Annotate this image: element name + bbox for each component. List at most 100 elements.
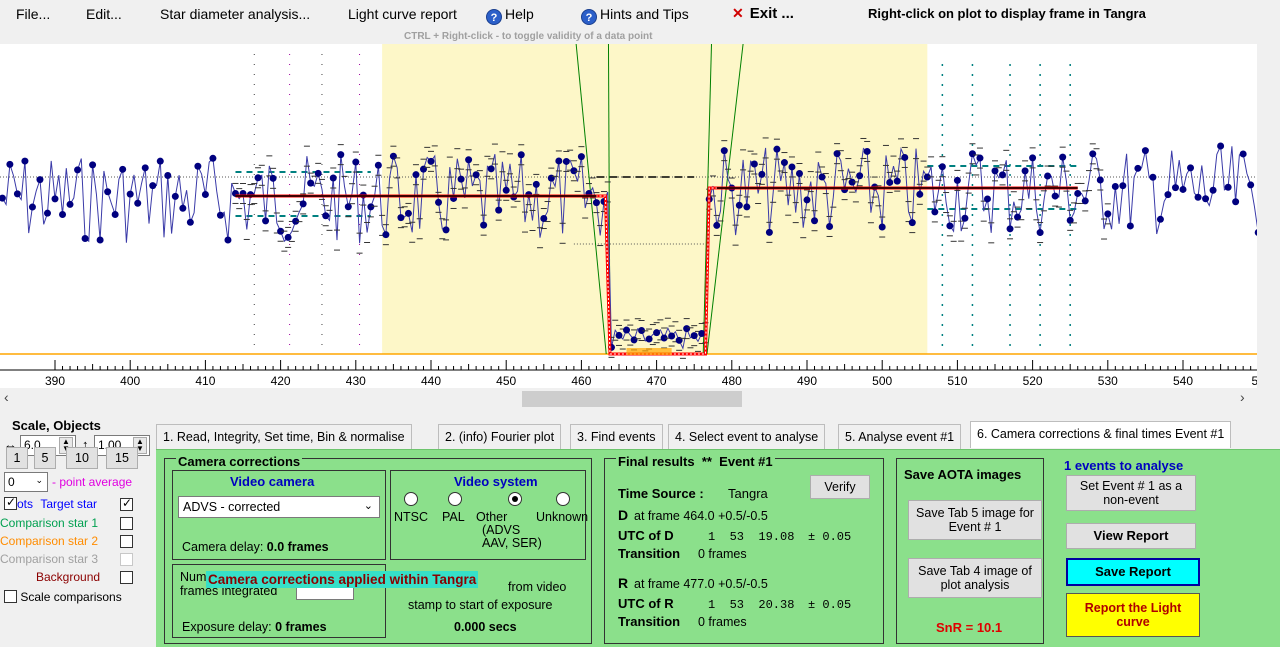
report-light-curve-button[interactable]: Report the Light curve [1066,593,1200,637]
point-average-value: 0 [8,475,15,489]
data-point [540,215,548,223]
video-camera-title: Video camera [230,474,315,489]
data-point [367,203,375,211]
menu-exit[interactable]: ✕ Exit ... [732,5,794,22]
data-point [457,175,465,183]
data-point [374,161,382,169]
time-source-value: Tangra [728,486,768,501]
data-point [119,165,127,173]
data-point [1217,142,1225,150]
data-point [1059,153,1067,161]
data-point [1224,183,1232,191]
tab-read-integrity[interactable]: 1. Read, Integrity, Set time, Bin & norm… [156,424,412,449]
exposure-delay-value: 0 frames [275,620,327,634]
data-point [66,200,74,208]
data-point [156,157,164,165]
d-frame: at frame 464.0 +0.5/-0.5 [634,509,768,523]
tab-analyse-event[interactable]: 5. Analyse event #1 [838,424,962,449]
x-tick-label: 400 [120,374,140,388]
light-curve-plot[interactable]: 390 400 410 420 430 440 450 460 470 480 490 500 510 5… [0,44,1257,388]
scale-comparisons-checkbox[interactable] [4,590,17,603]
num-frames-label: Num [180,570,207,584]
menu-star-diameter[interactable]: Star diameter analysis... [160,6,310,22]
data-point [465,156,473,164]
tab-fourier-plot[interactable]: 2. (info) Fourier plot [438,424,562,449]
data-point [81,235,89,243]
exit-icon: ✕ [732,5,744,21]
data-point [562,157,570,165]
menu-bar: File... Edit... Star diameter analysis..… [0,0,1280,30]
light-curve-svg[interactable]: 390 400 410 420 430 440 450 460 470 480 490 500 510 5… [0,44,1257,388]
data-point [171,192,179,200]
data-point [570,167,578,175]
pal-radio[interactable] [448,492,462,506]
comparison1-checkbox[interactable] [120,517,133,530]
data-point [6,160,14,168]
data-point [194,162,202,170]
menu-edit[interactable]: Edit... [86,6,122,22]
data-point [1044,172,1052,180]
zoom-button-10[interactable]: 10 [66,447,98,469]
data-point [96,236,104,244]
background-checkbox[interactable] [120,571,133,584]
zoom-button-1[interactable]: 1 [6,447,28,469]
menu-file[interactable]: File... [16,6,50,22]
other-label: Other [476,510,508,524]
tab-find-events[interactable]: 3. Find events [570,424,663,449]
save-report-button[interactable]: Save Report [1066,558,1200,586]
menu-help[interactable]: ? Help [486,6,534,25]
data-point [344,203,352,211]
other-radio[interactable] [508,492,522,506]
r-transition-value: 0 frames [698,615,747,629]
data-point [826,222,834,230]
scroll-left-icon[interactable]: ‹ [4,389,9,405]
data-point [262,217,270,225]
zoom-button-15[interactable]: 15 [106,447,138,469]
final-results-event: Event #1 [719,454,773,469]
view-report-button[interactable]: View Report [1066,523,1196,549]
background-label: Background [36,570,101,584]
data-point [59,210,67,218]
save-tab5-image-button[interactable]: Save Tab 5 image for Event # 1 [908,500,1042,540]
data-point [89,161,97,169]
plot-horizontal-scrollbar[interactable]: ‹ › [0,388,1257,410]
data-point [1179,185,1187,193]
tab-camera-corrections[interactable]: 6. Camera corrections & final times Even… [970,421,1232,448]
x-tick-label: 470 [647,374,667,388]
point-average-select[interactable]: 0 ⌄ [4,472,48,492]
comparison3-checkbox[interactable] [120,553,133,566]
data-point [788,163,796,171]
scrollbar-thumb[interactable] [522,391,742,407]
ntsc-label: NTSC [394,510,429,524]
ntsc-radio[interactable] [404,492,418,506]
chevron-down-icon: ⌄ [35,475,43,485]
utc-d-value: 1 53 19.08 [708,530,795,544]
data-point [916,190,924,198]
data-point [735,201,743,209]
data-point [1202,195,1210,203]
unknown-radio[interactable] [556,492,570,506]
set-non-event-button[interactable]: Set Event # 1 as a non-event [1066,475,1196,511]
data-point [1074,189,1082,197]
save-tab4-image-button[interactable]: Save Tab 4 image of plot analysis [908,558,1042,598]
data-point [284,233,292,241]
data-point [13,190,21,198]
verify-button[interactable]: Verify [810,475,870,499]
data-point [1036,229,1044,237]
camera-select[interactable]: ADVS - corrected ⌄ [178,496,380,518]
comparison2-checkbox[interactable] [120,535,133,548]
scale-objects-panel: Scale, Objects ↔ 6.0▲▼ ↕ 1.00▲▼ 151015 0… [0,412,152,647]
x-tick-label: 540 [1173,374,1193,388]
final-results-title: Final results ** Event #1 [616,454,775,469]
data-point [1141,147,1149,155]
pts-checkbox[interactable] [4,495,17,510]
data-point [164,171,172,179]
menu-hints[interactable]: ? Hints and Tips [581,6,689,25]
data-point [224,236,232,244]
zoom-button-5[interactable]: 5 [34,447,56,469]
menu-light-curve-report[interactable]: Light curve report [348,6,457,22]
tab-select-event[interactable]: 4. Select event to analyse [668,424,826,449]
scroll-right-icon[interactable]: › [1240,389,1245,405]
pts-label: ots [17,497,34,511]
target-star-checkbox[interactable] [120,496,133,511]
